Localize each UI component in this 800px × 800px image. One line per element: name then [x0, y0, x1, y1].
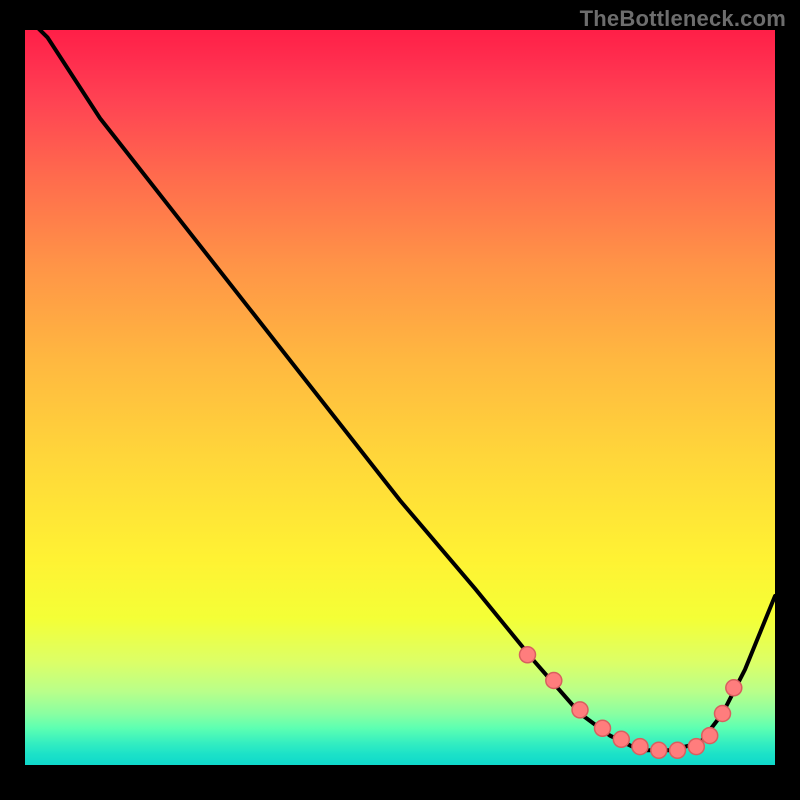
plateau-dot	[651, 742, 667, 758]
chart-stage: TheBottleneck.com	[0, 0, 800, 800]
chart-svg	[25, 30, 775, 765]
watermark-text: TheBottleneck.com	[580, 6, 786, 32]
plateau-dot	[632, 739, 648, 755]
plateau-dot	[715, 706, 731, 722]
plateau-dot	[595, 720, 611, 736]
bottleneck-curve	[25, 30, 775, 750]
plateau-dots-group	[520, 647, 742, 759]
plateau-dot	[702, 728, 718, 744]
plateau-dot	[520, 647, 536, 663]
plateau-dot	[726, 680, 742, 696]
plateau-dot	[670, 742, 686, 758]
plateau-dot	[572, 702, 588, 718]
plateau-dot	[546, 673, 562, 689]
plateau-dot	[613, 731, 629, 747]
plateau-dot	[688, 739, 704, 755]
